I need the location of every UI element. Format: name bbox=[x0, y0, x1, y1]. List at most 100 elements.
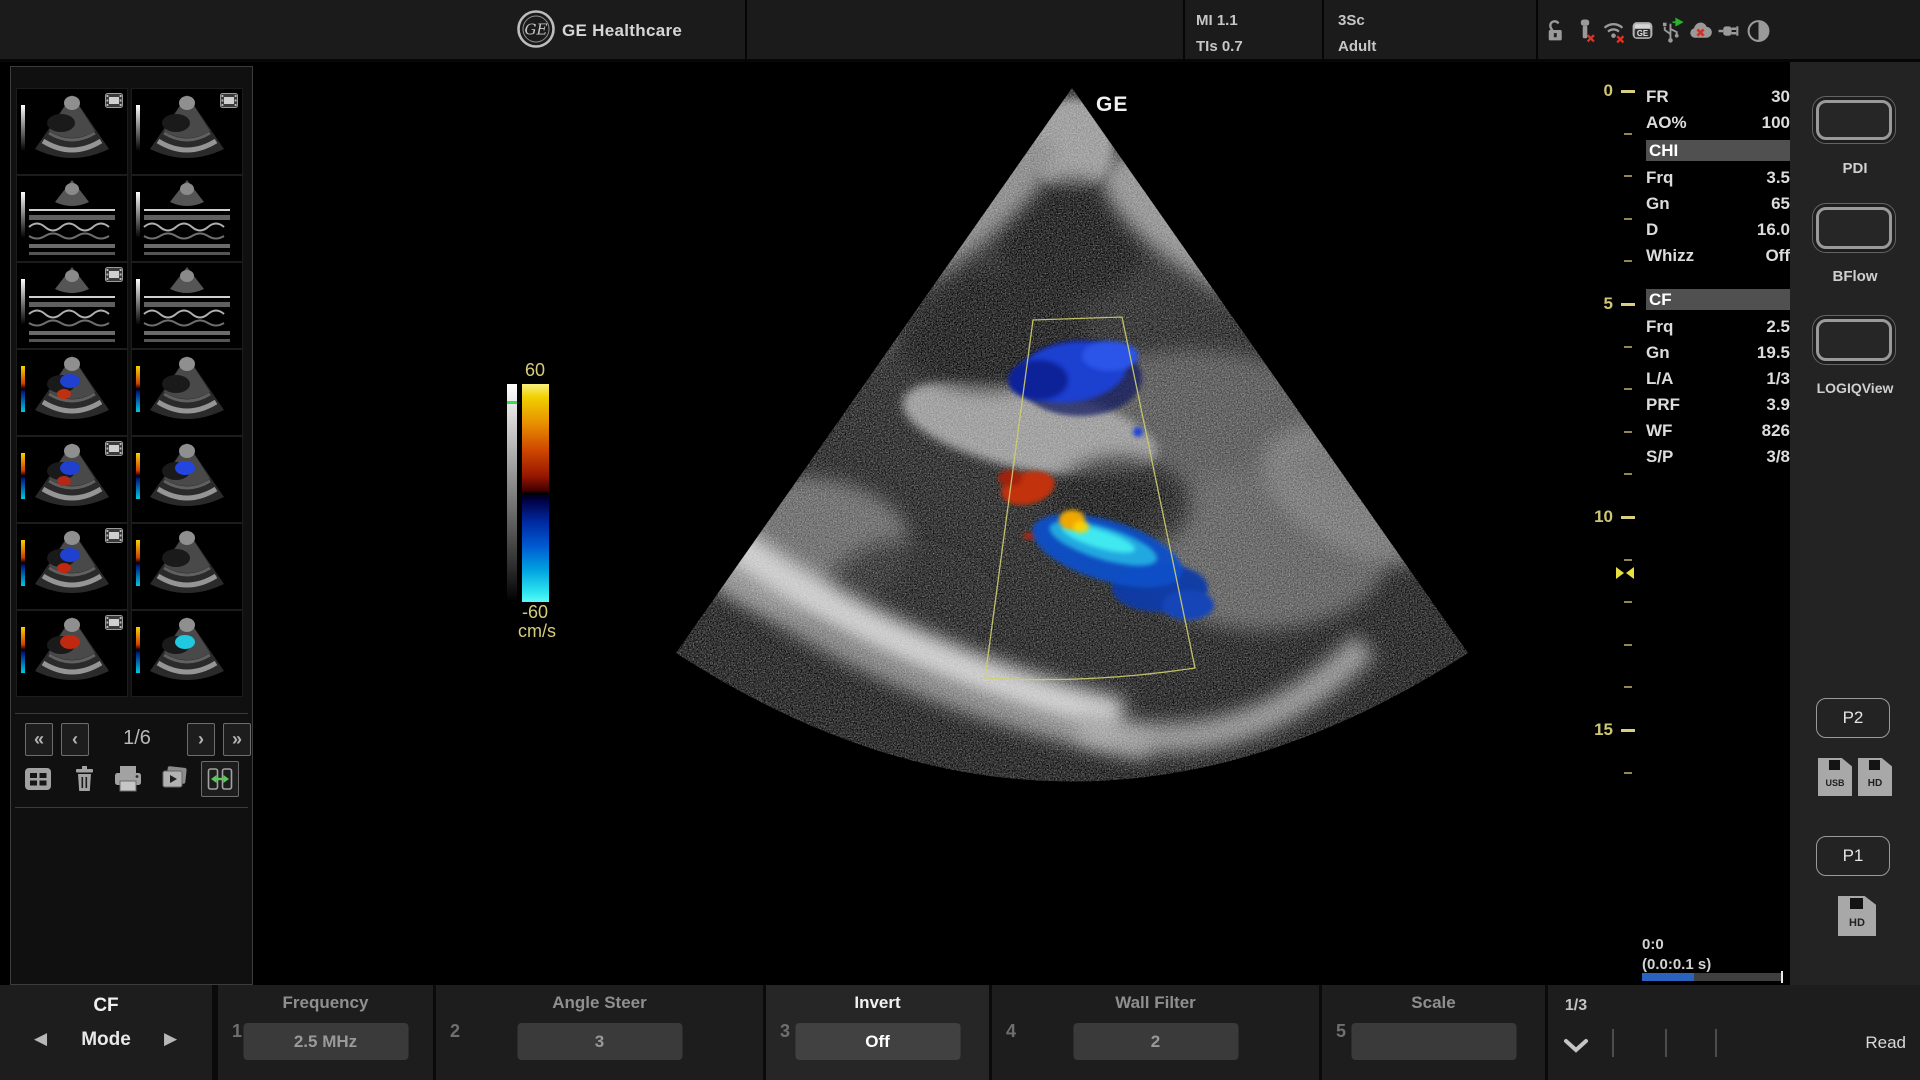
softkey-number: 5 bbox=[1336, 1021, 1346, 1042]
usb-connected-icon bbox=[1659, 17, 1684, 45]
softkey-angle-steer: 2 Angle Steer 3 bbox=[436, 985, 763, 1080]
transfer-icon[interactable] bbox=[201, 761, 239, 797]
thumbnail[interactable] bbox=[17, 176, 127, 261]
softkey-title: Angle Steer bbox=[436, 993, 763, 1013]
velocity-colorbar bbox=[522, 384, 549, 602]
softkey-number: 3 bbox=[780, 1021, 790, 1042]
depth-label: 10 bbox=[1585, 507, 1613, 527]
usb-storage-icon: USB bbox=[1818, 758, 1852, 796]
first-page-button[interactable]: « bbox=[25, 723, 53, 756]
imaging-parameters: FR30AO%100CHIFrq3.5Gn65D16.0WhizzOffCFFr… bbox=[1646, 84, 1790, 470]
thumb-scale-strip bbox=[21, 105, 25, 151]
p2-button[interactable]: P2 bbox=[1816, 698, 1890, 738]
chevron-down-icon[interactable] bbox=[1562, 1037, 1590, 1055]
depth-tick bbox=[1621, 303, 1635, 306]
contrast-icon bbox=[1746, 17, 1771, 45]
param-value: 2.5 bbox=[1766, 317, 1790, 337]
logiqview-key-label: LOGIQView bbox=[1790, 380, 1920, 396]
softkey-value[interactable] bbox=[1351, 1023, 1516, 1060]
pdi-key-button[interactable] bbox=[1812, 96, 1896, 144]
clipboard-panel: « ‹ 1/6 › » bbox=[10, 66, 253, 985]
cine-clip-icon bbox=[105, 267, 123, 287]
top-status-bar: GE GE Healthcare MI 1.1 TIs 0.7 3Sc Adul… bbox=[0, 0, 1920, 62]
param-label: PRF bbox=[1646, 395, 1680, 415]
thumbnail[interactable] bbox=[17, 350, 127, 435]
param-label: Frq bbox=[1646, 168, 1673, 188]
mode-next-arrow[interactable]: ▶ bbox=[164, 1029, 177, 1049]
param-value: 100 bbox=[1762, 113, 1790, 133]
probe-disconnected-icon bbox=[1572, 17, 1597, 45]
softkey-title: Wall Filter bbox=[992, 993, 1319, 1013]
thumbnail[interactable] bbox=[17, 263, 127, 348]
print-icon[interactable] bbox=[109, 761, 147, 797]
param-row: Gn65 bbox=[1646, 191, 1790, 217]
probe-name: 3Sc bbox=[1338, 12, 1365, 29]
param-row: AO%100 bbox=[1646, 110, 1790, 136]
next-page-button[interactable]: › bbox=[187, 723, 215, 756]
param-row: Gn19.5 bbox=[1646, 340, 1790, 366]
param-row: Frq 3.5 bbox=[1646, 165, 1790, 191]
depth-tick bbox=[1624, 601, 1632, 603]
thumb-scale-strip bbox=[21, 366, 25, 412]
unlock-icon bbox=[1543, 17, 1568, 45]
last-page-button[interactable]: » bbox=[223, 723, 251, 756]
pdi-key-label: PDI bbox=[1790, 160, 1920, 177]
hd-storage-icon: HD bbox=[1858, 758, 1892, 796]
cine-progress-end-tick bbox=[1781, 971, 1783, 983]
grayscale-bar bbox=[507, 384, 517, 602]
softkey-value[interactable]: 3 bbox=[517, 1023, 682, 1060]
softkey-scale: 5 Scale bbox=[1322, 985, 1545, 1080]
delete-icon[interactable] bbox=[65, 761, 103, 797]
divider bbox=[745, 0, 747, 62]
thumbnail[interactable] bbox=[132, 524, 242, 609]
thumbnail[interactable] bbox=[17, 524, 127, 609]
thumbnail[interactable] bbox=[132, 611, 242, 696]
softkey-value[interactable]: Off bbox=[795, 1023, 960, 1060]
thumbnail[interactable] bbox=[132, 350, 242, 435]
thumbnail[interactable] bbox=[132, 437, 242, 522]
softkey-number: 2 bbox=[450, 1021, 460, 1042]
focus-marker-icon[interactable] bbox=[1616, 565, 1634, 581]
softkey-value[interactable]: 2.5 MHz bbox=[243, 1023, 408, 1060]
thumbnail[interactable] bbox=[132, 263, 242, 348]
param-label: FR bbox=[1646, 87, 1669, 107]
depth-tick bbox=[1624, 644, 1632, 646]
bflow-key-button[interactable] bbox=[1812, 203, 1896, 253]
cine-clip-icon bbox=[105, 93, 123, 113]
cine-progress-bar[interactable] bbox=[1642, 973, 1782, 981]
param-row: WF826 bbox=[1646, 418, 1790, 444]
cine-time: 0:0 bbox=[1642, 936, 1664, 953]
param-row: D16.0 bbox=[1646, 217, 1790, 243]
depth-tick bbox=[1624, 218, 1632, 220]
thumbnail[interactable] bbox=[132, 176, 242, 261]
thumbnail[interactable] bbox=[132, 89, 242, 174]
thumbnail[interactable] bbox=[17, 89, 127, 174]
param-value: 3.5 bbox=[1766, 168, 1790, 188]
ultrasound-screen: GE GE Healthcare MI 1.1 TIs 0.7 3Sc Adul… bbox=[0, 0, 1920, 1080]
thumbnail[interactable] bbox=[17, 437, 127, 522]
softkey-title: Invert bbox=[766, 993, 989, 1013]
depth-tick bbox=[1624, 346, 1632, 348]
softkey-value[interactable]: 2 bbox=[1073, 1023, 1238, 1060]
softkey-frequency: 1 Frequency 2.5 MHz bbox=[218, 985, 433, 1080]
logiqview-key-button[interactable] bbox=[1812, 315, 1896, 365]
cine-clip-icon bbox=[105, 441, 123, 461]
param-value: Off bbox=[1765, 246, 1790, 266]
grid-view-icon[interactable] bbox=[19, 761, 57, 797]
softkey-number: 4 bbox=[1006, 1021, 1016, 1042]
prev-page-button[interactable]: ‹ bbox=[61, 723, 89, 756]
depth-tick bbox=[1621, 516, 1635, 519]
thumbnail[interactable] bbox=[17, 611, 127, 696]
param-label: Gn bbox=[1646, 343, 1670, 363]
param-row: Frq2.5 bbox=[1646, 314, 1790, 340]
clipboard-page-indicator: 1/6 bbox=[107, 727, 167, 750]
thumb-scale-strip bbox=[136, 279, 140, 325]
depth-tick bbox=[1624, 133, 1632, 135]
p1-button[interactable]: P1 bbox=[1816, 836, 1890, 876]
param-row: L/A1/3 bbox=[1646, 366, 1790, 392]
hd-storage-icon: HD bbox=[1838, 896, 1876, 936]
cine-review-icon[interactable] bbox=[155, 761, 193, 797]
ultrasound-image[interactable] bbox=[560, 80, 1480, 810]
bflow-key-label: BFlow bbox=[1790, 268, 1920, 285]
param-label: D bbox=[1646, 220, 1658, 240]
